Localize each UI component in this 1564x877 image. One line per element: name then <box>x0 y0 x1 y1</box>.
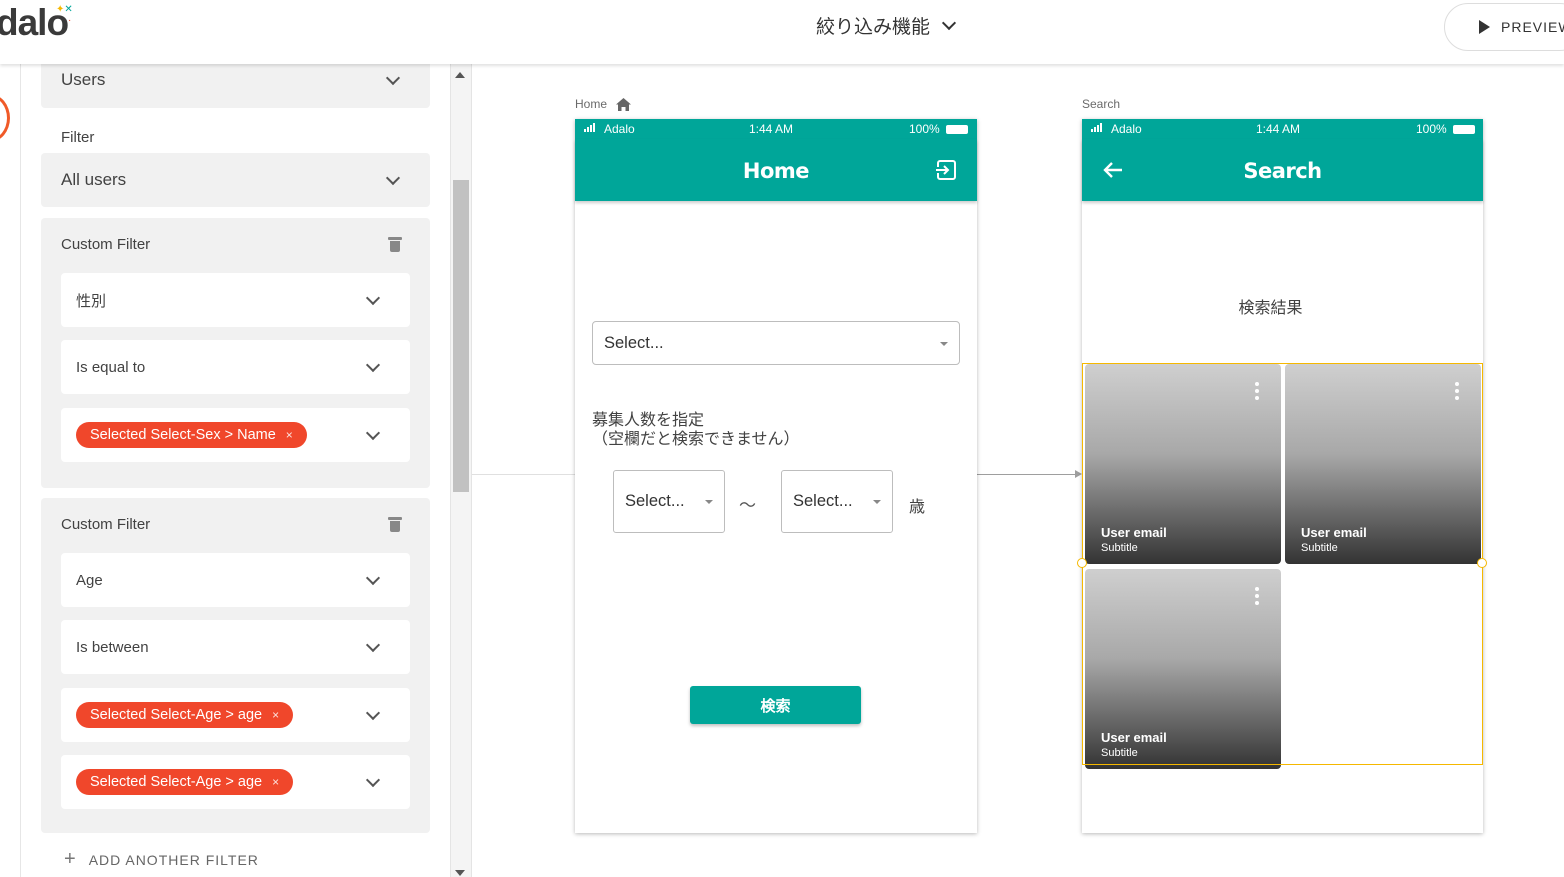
filter-property-select[interactable]: Age <box>61 553 410 607</box>
filter-operator-value: Is between <box>76 638 149 656</box>
select-dropdown[interactable]: Select... <box>592 321 960 365</box>
filter-value-min-select[interactable]: Selected Select-Age > age × <box>61 688 410 742</box>
signal-icon <box>584 123 595 132</box>
trash-icon[interactable] <box>388 517 402 532</box>
filter-property-select[interactable]: 性別 <box>61 273 410 327</box>
close-icon[interactable]: × <box>272 708 279 722</box>
status-carrier: Adalo <box>604 122 635 136</box>
link-arrow <box>976 474 1076 475</box>
chip-label: Selected Select-Sex > Name <box>90 427 276 443</box>
collection-value: Users <box>61 70 106 89</box>
resize-handle[interactable] <box>1077 558 1087 568</box>
app-title: 絞り込み機能 <box>816 17 931 38</box>
count-label-line1: 募集人数を指定 <box>592 412 705 429</box>
app-title-dropdown[interactable]: 絞り込み機能 <box>816 12 957 39</box>
scrollbar-thumb[interactable] <box>453 180 469 492</box>
scroll-down-icon[interactable] <box>455 870 465 876</box>
battery-icon <box>946 125 968 134</box>
chip-label: Selected Select-Age > age <box>90 707 263 723</box>
filter-operator-value: Is equal to <box>76 358 146 376</box>
magic-text-chip[interactable]: Selected Select-Age > age × <box>76 769 294 795</box>
play-icon <box>1479 20 1490 34</box>
age-from-placeholder: Select... <box>625 492 685 510</box>
filter-value-select[interactable]: Selected Select-Sex > Name × <box>61 408 410 462</box>
filter-operator-select[interactable]: Is equal to <box>61 340 410 394</box>
screen-label-search[interactable]: Search <box>1082 97 1120 111</box>
status-time: 1:44 AM <box>1256 122 1301 136</box>
chevron-down-icon <box>385 170 401 185</box>
scroll-up-icon[interactable] <box>455 72 465 78</box>
add-filter-label: ADD ANOTHER FILTER <box>88 851 259 868</box>
screen-label-home[interactable]: Home <box>575 97 632 111</box>
filter-select[interactable]: All users <box>41 153 430 207</box>
custom-filter-title: Custom Filter <box>61 516 151 533</box>
battery-icon <box>1453 125 1475 134</box>
screen-title: Search <box>1243 159 1322 183</box>
plus-icon: + <box>64 848 77 870</box>
chevron-down-icon <box>365 290 381 305</box>
chevron-down-icon <box>941 15 957 31</box>
close-icon[interactable]: × <box>286 428 293 442</box>
age-unit: 歳 <box>909 499 926 516</box>
chevron-down-icon <box>365 772 381 787</box>
close-icon[interactable]: × <box>272 775 279 789</box>
age-to-dropdown[interactable]: Select... <box>781 470 893 533</box>
filter-value-max-select[interactable]: Selected Select-Age > age × <box>61 755 410 809</box>
status-bar: Adalo 1:44 AM 100% <box>575 119 977 139</box>
signal-icon <box>1091 123 1102 132</box>
status-carrier: Adalo <box>1111 122 1142 136</box>
magic-text-chip[interactable]: Selected Select-Age > age × <box>76 702 294 728</box>
top-bar: dalo ✦✕· 絞り込み機能 PREVIEW <box>0 0 1564 64</box>
logo-sparkle-icon: ✦✕ · <box>56 4 73 26</box>
select-placeholder: Select... <box>604 333 664 352</box>
custom-filter-title: Custom Filter <box>61 236 151 253</box>
arrow-head-icon <box>1075 470 1082 478</box>
age-from-dropdown[interactable]: Select... <box>613 470 725 533</box>
app-bar: Home <box>575 139 977 201</box>
selection-frame[interactable] <box>1082 363 1483 765</box>
chevron-down-icon <box>365 425 381 440</box>
left-toolbar <box>0 64 21 877</box>
logout-icon[interactable] <box>935 160 957 180</box>
preview-button[interactable]: PREVIEW <box>1444 3 1564 51</box>
status-battery: 100% <box>909 122 940 136</box>
range-tilde: 〜 <box>739 496 756 515</box>
filter-property-value: Age <box>76 571 103 589</box>
link-line <box>472 474 575 475</box>
home-icon <box>616 97 632 111</box>
status-bar: Adalo 1:44 AM 100% <box>1082 119 1483 139</box>
count-label: 募集人数を指定 （空欄だと検索できません） <box>592 411 800 449</box>
age-to-placeholder: Select... <box>793 492 853 510</box>
chevron-down-icon <box>365 357 381 372</box>
caret-down-icon <box>940 342 948 346</box>
add-another-filter-button[interactable]: + ADD ANOTHER FILTER <box>64 848 259 871</box>
search-button[interactable]: 検索 <box>690 686 861 724</box>
caret-down-icon <box>705 500 713 504</box>
status-battery: 100% <box>1416 122 1447 136</box>
screen-title: Home <box>742 159 810 183</box>
chevron-down-icon <box>365 705 381 720</box>
chip-label: Selected Select-Age > age <box>90 774 263 790</box>
preview-label: PREVIEW <box>1501 19 1564 35</box>
filter-property-value: 性別 <box>76 292 107 310</box>
resize-handle[interactable] <box>1477 558 1487 568</box>
app-bar: Search <box>1082 139 1483 201</box>
screen-label-text: Home <box>575 97 608 111</box>
chevron-down-icon <box>365 637 381 652</box>
filter-value: All users <box>61 170 127 189</box>
magic-text-chip[interactable]: Selected Select-Sex > Name × <box>76 422 307 448</box>
chevron-down-icon <box>365 570 381 585</box>
caret-down-icon <box>873 500 881 504</box>
filter-operator-select[interactable]: Is between <box>61 620 410 674</box>
home-screen[interactable]: Adalo 1:44 AM 100% Home Select... 募集人数を指… <box>575 119 977 833</box>
trash-icon[interactable] <box>388 237 402 252</box>
count-label-line2: （空欄だと検索できません） <box>592 431 800 448</box>
status-time: 1:44 AM <box>749 122 794 136</box>
chevron-down-icon <box>385 70 401 85</box>
results-label: 検索結果 <box>1238 300 1303 317</box>
filter-label: Filter <box>61 129 95 146</box>
